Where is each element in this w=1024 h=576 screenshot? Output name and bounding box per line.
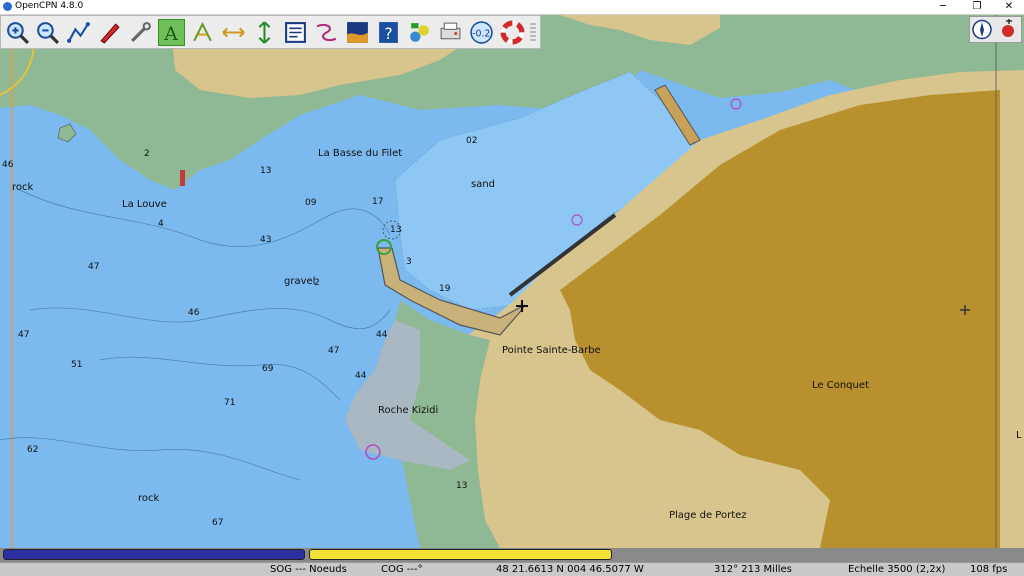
zoom-in-icon bbox=[7, 22, 30, 45]
label-le-conquet: Le Conquet bbox=[812, 380, 869, 391]
tides-button[interactable] bbox=[344, 19, 371, 46]
sounding: 17 bbox=[372, 197, 384, 207]
chart-canvas[interactable] bbox=[0, 15, 1024, 548]
zoom-out-button[interactable] bbox=[34, 19, 61, 46]
fps-counter: 108 fps bbox=[970, 564, 1008, 575]
sounding: 47 bbox=[18, 330, 30, 340]
svg-text:?: ? bbox=[384, 25, 392, 43]
piano-key-chart[interactable] bbox=[3, 549, 305, 560]
route-manager-button[interactable] bbox=[282, 19, 309, 46]
ship-button[interactable] bbox=[96, 19, 123, 46]
chart-piano-bar bbox=[0, 548, 1024, 562]
sounding: 2 bbox=[314, 278, 320, 288]
mob-button[interactable] bbox=[499, 19, 526, 46]
sounding: 47 bbox=[88, 262, 100, 272]
cursor-position: 48 21.6613 N 004 46.5077 W bbox=[496, 564, 644, 575]
sounding: 46 bbox=[2, 160, 14, 170]
lighthouse-icon bbox=[180, 170, 185, 186]
restore-button[interactable]: ❐ bbox=[962, 0, 992, 14]
ais-icon: A bbox=[163, 24, 178, 45]
window-title: OpenCPN 4.8.0 bbox=[15, 1, 84, 11]
piano-key-chart-active[interactable] bbox=[309, 549, 612, 560]
sounding: 19 bbox=[439, 284, 451, 294]
track-icon bbox=[316, 23, 337, 42]
compass-widget[interactable] bbox=[969, 16, 1022, 43]
label-plage-de-portez: Plage de Portez bbox=[669, 510, 747, 521]
compass-icon bbox=[972, 19, 992, 40]
cursor-bearing-distance: 312° 213 Milles bbox=[714, 564, 792, 575]
track-button[interactable] bbox=[313, 19, 340, 46]
label-rock: rock bbox=[138, 493, 160, 504]
ais-button[interactable]: A bbox=[158, 19, 185, 46]
measure-button[interactable] bbox=[220, 19, 247, 46]
sounding: 13 bbox=[390, 225, 402, 235]
measure-icon bbox=[222, 27, 245, 38]
sounding: 43 bbox=[260, 235, 272, 245]
label-la-louve: La Louve bbox=[122, 199, 167, 210]
currents-button[interactable] bbox=[189, 19, 216, 46]
mob-lifebuoy-icon bbox=[500, 20, 525, 45]
sounding: 3 bbox=[406, 257, 412, 267]
sounding: 62 bbox=[27, 445, 39, 455]
print-button[interactable] bbox=[437, 19, 464, 46]
sounding: 46 bbox=[188, 308, 200, 318]
currents-icon bbox=[193, 21, 212, 42]
sounding: 09 bbox=[305, 198, 317, 208]
chart-scale: Echelle 3500 (2,2x) bbox=[848, 564, 946, 575]
zoom-out-icon bbox=[37, 22, 60, 45]
overzoom-icon: -0.2 bbox=[470, 21, 493, 44]
sounding: 02 bbox=[466, 136, 478, 146]
gps-status-icon bbox=[1002, 19, 1014, 37]
label-roche-kizidi: Roche Kizidi bbox=[378, 405, 439, 416]
cog-status: COG ---° bbox=[381, 564, 423, 575]
label-la-basse-du-filet: La Basse du Filet bbox=[318, 148, 403, 159]
sounding: 13 bbox=[260, 166, 272, 176]
sounding: 44 bbox=[355, 371, 367, 381]
route-button[interactable] bbox=[65, 19, 92, 46]
app-icon bbox=[3, 2, 12, 11]
help-icon: ? bbox=[379, 22, 398, 43]
label-rock: rock bbox=[12, 182, 34, 193]
plugin-icon bbox=[410, 23, 429, 42]
sounding: 4 bbox=[158, 219, 164, 229]
route-icon bbox=[67, 22, 90, 43]
print-icon bbox=[440, 22, 461, 40]
label-gravel: gravel bbox=[284, 276, 316, 287]
zoom-in-button[interactable] bbox=[4, 19, 31, 46]
label-sand: sand bbox=[471, 179, 496, 190]
depth-button[interactable] bbox=[251, 19, 278, 46]
tides-icon bbox=[347, 22, 368, 43]
sounding: 44 bbox=[376, 330, 388, 340]
sounding: 13 bbox=[456, 481, 468, 491]
main-toolbar: A ? -0.2 bbox=[0, 15, 541, 49]
title-bar: OpenCPN 4.8.0 ─ ❐ ✕ bbox=[0, 0, 1024, 15]
status-bar: SOG --- Noeuds COG ---° 48 21.6613 N 004… bbox=[0, 562, 1024, 576]
depth-icon bbox=[258, 21, 271, 44]
label-pointe-sainte-barbe: Pointe Sainte-Barbe bbox=[502, 345, 601, 356]
plugin-button[interactable] bbox=[406, 19, 433, 46]
sounding: 2 bbox=[144, 149, 150, 159]
sounding: 67 bbox=[212, 518, 224, 528]
sounding: 51 bbox=[71, 360, 83, 370]
svg-text:A: A bbox=[163, 24, 178, 45]
settings-button[interactable] bbox=[127, 19, 154, 46]
sounding: 47 bbox=[328, 346, 340, 356]
ship-icon bbox=[100, 23, 120, 44]
minimize-button[interactable]: ─ bbox=[928, 0, 958, 14]
sog-status: SOG --- Noeuds bbox=[270, 564, 347, 575]
help-button[interactable]: ? bbox=[375, 19, 402, 46]
sounding: 71 bbox=[224, 398, 236, 408]
close-button[interactable]: ✕ bbox=[994, 0, 1024, 14]
toolbar-grip[interactable] bbox=[529, 22, 537, 44]
sounding: 69 bbox=[262, 364, 274, 374]
route-manager-icon bbox=[285, 22, 306, 43]
label-edge: L bbox=[1016, 430, 1022, 441]
overzoom-button[interactable]: -0.2 bbox=[468, 19, 495, 46]
svg-text:-0.2: -0.2 bbox=[472, 29, 490, 40]
settings-wrench-icon bbox=[131, 22, 151, 42]
